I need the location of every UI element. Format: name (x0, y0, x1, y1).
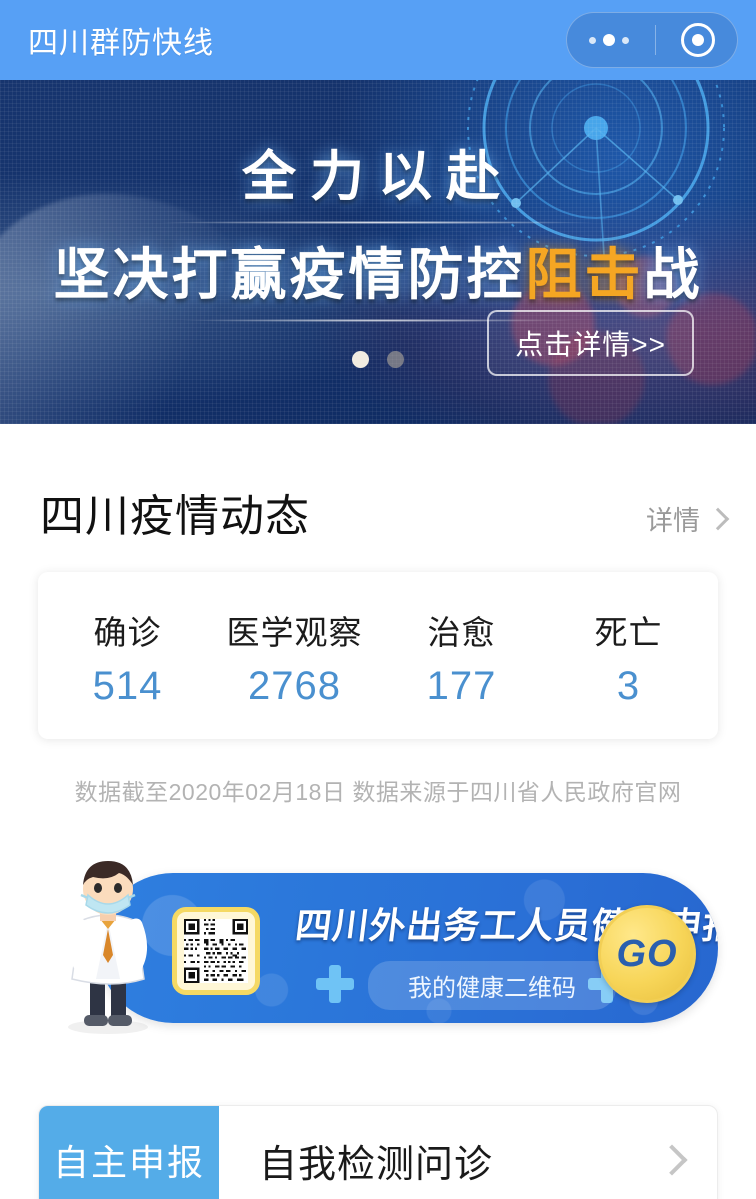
stat-label: 死亡 (594, 614, 663, 651)
list-item-self-check[interactable]: 自我检测问诊 (219, 1106, 717, 1199)
carousel-dot-2[interactable] (387, 351, 404, 368)
stat-item-deaths: 死亡 3 (545, 606, 712, 709)
epidemic-detail-link[interactable]: 详情 (646, 499, 730, 544)
stat-value: 3 (616, 664, 641, 708)
mini-program-page: 四川群防快线 全力以赴 坚决打赢疫情防控阻击战 点击详情>> 四川疫情动态 详情… (0, 0, 756, 1199)
epidemic-stats-card[interactable]: 确诊 514 医学观察 2768 治愈 177 死亡 3 (38, 572, 718, 739)
banner-line-2-pre: 坚决打赢疫情防控 (53, 242, 526, 308)
banner-line-2-highlight: 阻击 (525, 242, 644, 308)
stat-value: 514 (92, 664, 163, 708)
ellipsis-dot (589, 36, 596, 44)
promo-banner-carousel[interactable]: 全力以赴 坚决打赢疫情防控阻击战 点击详情>> (0, 80, 756, 424)
epidemic-detail-label: 详情 (646, 506, 700, 536)
carousel-dots[interactable] (0, 351, 756, 368)
stat-value: 2768 (248, 664, 341, 708)
list-item-label: 自我检测问诊 (259, 1143, 494, 1186)
epidemic-section-header: 四川疫情动态 详情 (0, 424, 756, 544)
chevron-right-icon (706, 507, 730, 530)
ellipsis-dot (622, 36, 629, 44)
stat-label: 确诊 (93, 614, 162, 651)
circle-target-icon[interactable] (681, 23, 715, 57)
banner-slogan: 全力以赴 坚决打赢疫情防控阻击战 (0, 132, 756, 322)
stat-item-confirmed: 确诊 514 (44, 606, 211, 709)
banner-line-1: 全力以赴 (242, 144, 514, 208)
tab-self-declaration[interactable]: 自主申报 (39, 1106, 219, 1199)
app-header: 四川群防快线 (0, 0, 756, 80)
data-source-note: 数据截至2020年02月18日 数据来源于四川省人民政府官网 (74, 779, 682, 805)
qr-code-icon[interactable] (172, 907, 260, 995)
go-button[interactable]: GO (598, 905, 696, 1003)
bottom-action-card: 自主申报 自我检测问诊 (38, 1105, 718, 1199)
health-qr-label[interactable]: 我的健康二维码 (368, 961, 616, 1010)
stat-label: 治愈 (427, 614, 496, 651)
chevron-right-icon (656, 1144, 688, 1176)
medical-cross-icon (316, 965, 354, 1003)
banner-shine-1 (163, 221, 593, 224)
epidemic-section-title: 四川疫情动态 (40, 492, 310, 541)
page-title: 四川群防快线 (28, 27, 214, 60)
capsule-divider (654, 25, 656, 55)
ellipsis-icon[interactable] (589, 34, 629, 46)
ellipsis-dot (603, 34, 615, 46)
doctor-illustration (68, 861, 148, 1034)
qr-code-graphic (184, 919, 248, 983)
carousel-dot-1[interactable] (352, 351, 369, 368)
stat-value: 177 (426, 664, 497, 708)
wechat-capsule[interactable] (566, 12, 738, 68)
stat-item-observation: 医学观察 2768 (211, 606, 378, 709)
stat-label: 医学观察 (226, 614, 363, 651)
health-declaration-banner[interactable]: 四川外出务工人员健康申报证明 我的健康二维码 GO (38, 855, 718, 1040)
stat-item-recovered: 治愈 177 (378, 606, 545, 709)
banner-line-2-post: 战 (643, 242, 703, 308)
banner-line-2: 坚决打赢疫情防控阻击战 (0, 230, 756, 311)
